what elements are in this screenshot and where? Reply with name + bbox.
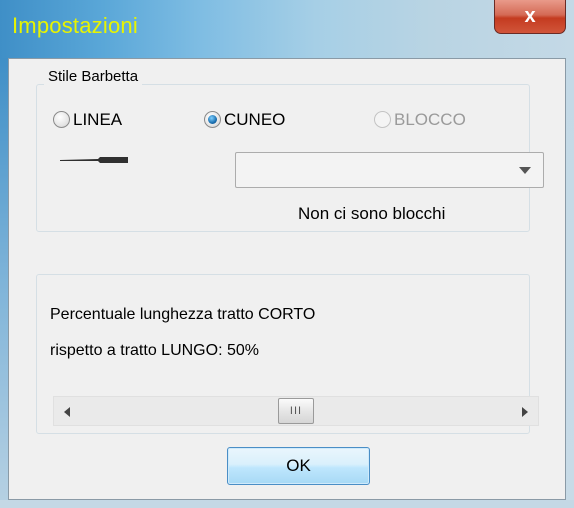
block-select[interactable]: [235, 152, 544, 188]
radio-blocco-circle: [374, 111, 391, 128]
radio-blocco-label: BLOCCO: [394, 110, 466, 129]
radio-linea-circle[interactable]: [53, 111, 70, 128]
percent-description-line1: Percentuale lunghezza tratto CORTO: [50, 306, 316, 323]
close-icon: x: [524, 5, 536, 27]
window-frame-left: [0, 58, 8, 508]
ok-button[interactable]: OK: [227, 447, 370, 485]
percent-scrollbar[interactable]: III: [53, 396, 539, 426]
settings-dialog: Impostazioni x Stile Barbetta LINEA CUNE…: [0, 0, 574, 508]
style-group-label: Stile Barbetta: [44, 68, 143, 85]
window-frame-bottom: [0, 500, 574, 508]
wedge-preview-image: [60, 157, 128, 163]
radio-linea-label: LINEA: [73, 110, 123, 129]
percent-description-line2: rispetto a tratto LUNGO: 50%: [50, 342, 259, 359]
chevron-down-icon[interactable]: [519, 167, 531, 174]
close-button[interactable]: x: [494, 0, 566, 34]
radio-cuneo-label: CUNEO: [224, 110, 286, 129]
window-frame-right: [566, 58, 574, 508]
window-title: Impostazioni: [12, 13, 138, 38]
scrollbar-thumb[interactable]: III: [278, 398, 314, 424]
arrow-left-icon[interactable]: [64, 407, 70, 417]
radio-cuneo-circle[interactable]: [204, 111, 221, 128]
arrow-right-icon[interactable]: [522, 407, 528, 417]
no-blocks-message: Non ci sono blocchi: [298, 204, 446, 223]
